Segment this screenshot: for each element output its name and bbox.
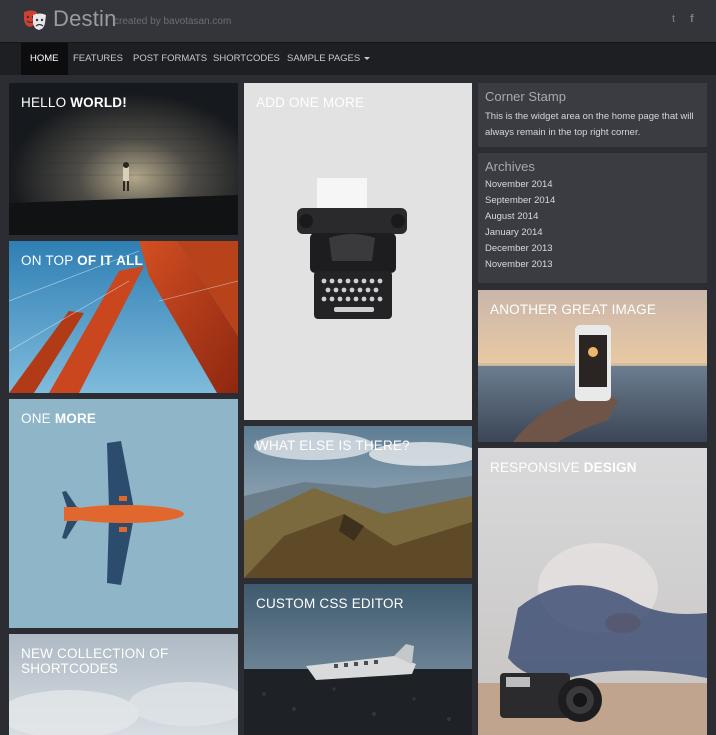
main-navigation: Home Features Post Formats Shortcodes Sa… — [0, 42, 716, 75]
post-title-plain: Custom CSS Editor — [256, 596, 404, 611]
nav-sample-pages-label: Sample Pages — [287, 53, 361, 64]
site-tagline: created by bavotasan.com — [114, 16, 232, 27]
widget-archives: Archives November 2014 September 2014 Au… — [478, 153, 707, 283]
post-title: What else is there? — [256, 438, 410, 453]
post-tile-custom-css-editor[interactable]: Custom CSS Editor — [244, 584, 472, 735]
post-title-plain: Add one more — [256, 95, 365, 110]
post-tile-hello-world[interactable]: Hello World! — [9, 83, 238, 235]
post-tile-responsive-design[interactable]: Responsive Design — [478, 448, 707, 735]
post-tile-what-else-is-there[interactable]: What else is there? — [244, 426, 472, 578]
post-title-plain: New collection of shortcodes — [21, 646, 169, 676]
post-tile-new-collection-of-shortcodes[interactable]: New collection of shortcodes — [9, 634, 238, 735]
post-title-bold: of it all — [77, 253, 143, 268]
archive-link[interactable]: December 2013 — [485, 241, 555, 257]
post-title-plain: Hello — [21, 95, 71, 110]
archive-list: November 2014 September 2014 August 2014… — [485, 177, 555, 273]
archive-link[interactable]: September 2014 — [485, 193, 555, 209]
post-title: New collection of shortcodes — [21, 646, 221, 676]
archive-link[interactable]: November 2013 — [485, 257, 555, 273]
post-title-plain: One — [21, 411, 55, 426]
caret-down-icon — [364, 56, 371, 60]
post-image-camera-blur — [478, 448, 707, 735]
post-title: Responsive Design — [490, 460, 637, 475]
post-title-plain: What else is there? — [256, 438, 410, 453]
nav-shortcodes[interactable]: Shortcodes — [213, 43, 280, 75]
post-tile-another-great-image[interactable]: Another great image — [478, 290, 707, 442]
widget-title: Corner Stamp — [485, 89, 566, 104]
post-title: Add one more — [256, 95, 364, 110]
post-title-plain: Responsive — [490, 460, 584, 475]
site-title[interactable]: Destin — [53, 6, 117, 32]
post-image-airplane — [62, 441, 184, 585]
post-title: Hello World! — [21, 95, 127, 110]
nav-features[interactable]: Features — [73, 43, 123, 75]
post-image-typewriter — [297, 178, 407, 319]
widget-title: Archives — [485, 159, 535, 174]
facebook-icon[interactable]: f — [690, 13, 694, 25]
nav-sample-pages[interactable]: Sample Pages — [287, 43, 371, 75]
post-title: Another great image — [490, 302, 656, 317]
post-title: On top of it all — [21, 253, 143, 268]
widget-text: This is the widget area on the home page… — [485, 111, 694, 138]
post-title: One More — [21, 411, 96, 426]
post-title: Custom CSS Editor — [256, 596, 404, 611]
site-header: Destin created by bavotasan.com t f — [0, 0, 716, 42]
nav-home[interactable]: Home — [21, 43, 68, 75]
theater-masks-logo-icon[interactable] — [22, 9, 48, 31]
nav-post-formats[interactable]: Post Formats — [133, 43, 207, 75]
post-tile-one-more[interactable]: One More — [9, 399, 238, 628]
post-title-bold: World! — [70, 95, 127, 110]
post-title-plain: On top — [21, 253, 78, 268]
widget-corner-stamp: Corner Stamp This is the widget area on … — [478, 83, 707, 147]
post-title-plain: Another great image — [490, 302, 657, 317]
post-title-bold: Design — [583, 460, 637, 475]
archive-link[interactable]: August 2014 — [485, 209, 555, 225]
post-tile-on-top-of-it-all[interactable]: On top of it all — [9, 241, 238, 393]
archive-link[interactable]: January 2014 — [485, 225, 555, 241]
twitter-icon[interactable]: t — [672, 13, 675, 25]
archive-link[interactable]: November 2014 — [485, 177, 555, 193]
post-tile-add-one-more[interactable]: Add one more — [244, 83, 472, 420]
post-title-bold: More — [54, 411, 97, 426]
